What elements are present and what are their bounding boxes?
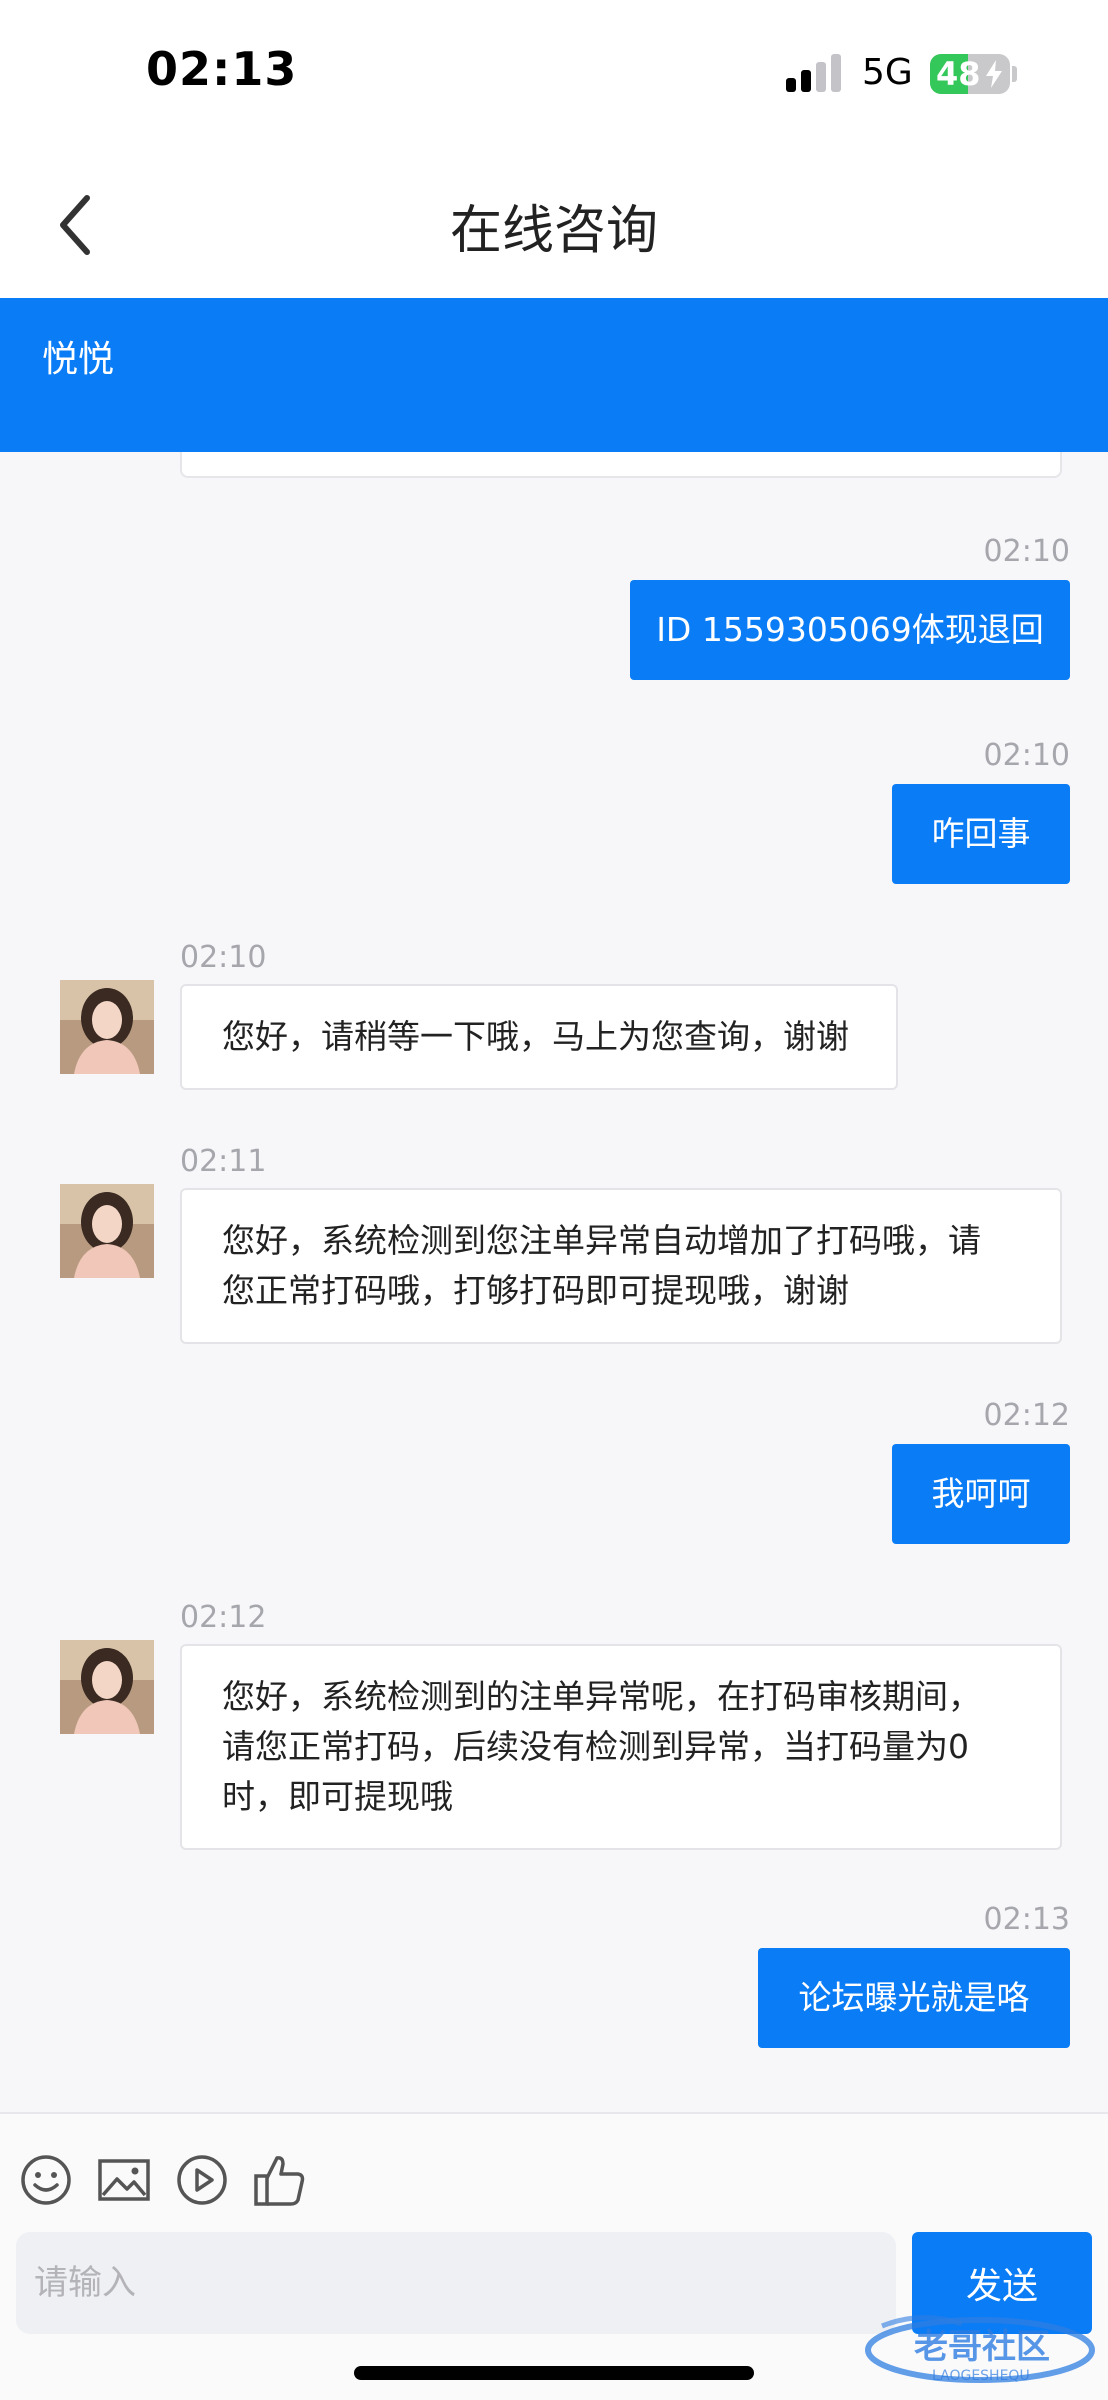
message-timestamp: 02:10 [180, 940, 267, 975]
outgoing-message-bubble[interactable]: ID 1559305069体现退回 [630, 580, 1070, 680]
agent-avatar[interactable] [60, 1640, 154, 1734]
message-line: 您好，请稍等一下哦，马上为您查询，谢谢 [222, 1017, 849, 1056]
previous-message-bubble [180, 452, 1062, 478]
agent-avatar[interactable] [60, 1184, 154, 1278]
message-timestamp: 02:11 [180, 1144, 267, 1179]
status-time: 02:13 [146, 42, 298, 96]
video-icon [177, 2155, 227, 2205]
emoji-button[interactable] [18, 2152, 74, 2208]
emoji-icon [21, 2155, 71, 2205]
outgoing-message-bubble[interactable]: 我呵呵 [892, 1444, 1070, 1544]
signal-icon [786, 52, 846, 92]
thumbs-up-icon [254, 2156, 305, 2206]
status-bar: 02:13 5G 48 [0, 0, 1108, 150]
svg-text:老哥社区: 老哥社区 [914, 2327, 1050, 2367]
message-timestamp: 02:12 [180, 1600, 267, 1635]
battery-icon: 48 [930, 54, 1010, 94]
message-line: 请您正常打码，后续没有检测到异常，当打码量为0 [222, 1727, 969, 1766]
battery-nub [1012, 66, 1017, 82]
network-label: 5G [862, 52, 913, 93]
message-line: 您好，系统检测到的注单异常呢，在打码审核期间， [222, 1677, 981, 1716]
like-button[interactable] [252, 2152, 308, 2208]
video-button[interactable] [174, 2152, 230, 2208]
chat-history[interactable]: 02:10 ID 1559305069体现退回 02:10 咋回事 02:10 … [0, 452, 1108, 2112]
svg-text:LAOGESHEQU: LAOGESHEQU [932, 2368, 1030, 2384]
message-timestamp: 02:10 [983, 738, 1070, 773]
page-title: 在线咨询 [449, 201, 658, 261]
message-line: 您好，系统检测到您注单异常自动增加了打码哦，请 [222, 1221, 981, 1260]
avatar-image [60, 1640, 154, 1734]
incoming-message-bubble[interactable]: 您好，请稍等一下哦，马上为您查询，谢谢 [180, 984, 898, 1090]
message-line: 您正常打码哦，打够打码即可提现哦，谢谢 [222, 1271, 849, 1310]
avatar-image [60, 1184, 154, 1278]
agent-banner: 悦悦 [0, 298, 1108, 452]
agent-avatar[interactable] [60, 980, 154, 1074]
home-indicator[interactable] [354, 2366, 754, 2380]
message-timestamp: 02:10 [983, 534, 1070, 569]
message-input[interactable] [16, 2232, 896, 2334]
incoming-message-bubble[interactable]: 您好，系统检测到的注单异常呢，在打码审核期间， 请您正常打码，后续没有检测到异常… [180, 1644, 1062, 1850]
image-button[interactable] [96, 2152, 152, 2208]
message-timestamp: 02:13 [983, 1902, 1070, 1937]
forum-watermark-logo: 老哥社区 LAOGESHEQU [865, 2315, 1095, 2384]
image-icon [98, 2159, 150, 2201]
message-timestamp: 02:12 [983, 1398, 1070, 1433]
incoming-message-bubble[interactable]: 您好，系统检测到您注单异常自动增加了打码哦，请 您正常打码哦，打够打码即可提现哦… [180, 1188, 1062, 1344]
message-line: 时，即可提现哦 [222, 1777, 453, 1816]
outgoing-message-bubble[interactable]: 咋回事 [892, 784, 1070, 884]
avatar-image [60, 980, 154, 1074]
nav-bar: 在线咨询 [0, 150, 1108, 298]
outgoing-message-bubble[interactable]: 论坛曝光就是咯 [758, 1948, 1070, 2048]
agent-name: 悦悦 [42, 339, 115, 380]
charging-bolt-icon [986, 60, 1002, 88]
battery-percent: 48 [936, 55, 981, 93]
